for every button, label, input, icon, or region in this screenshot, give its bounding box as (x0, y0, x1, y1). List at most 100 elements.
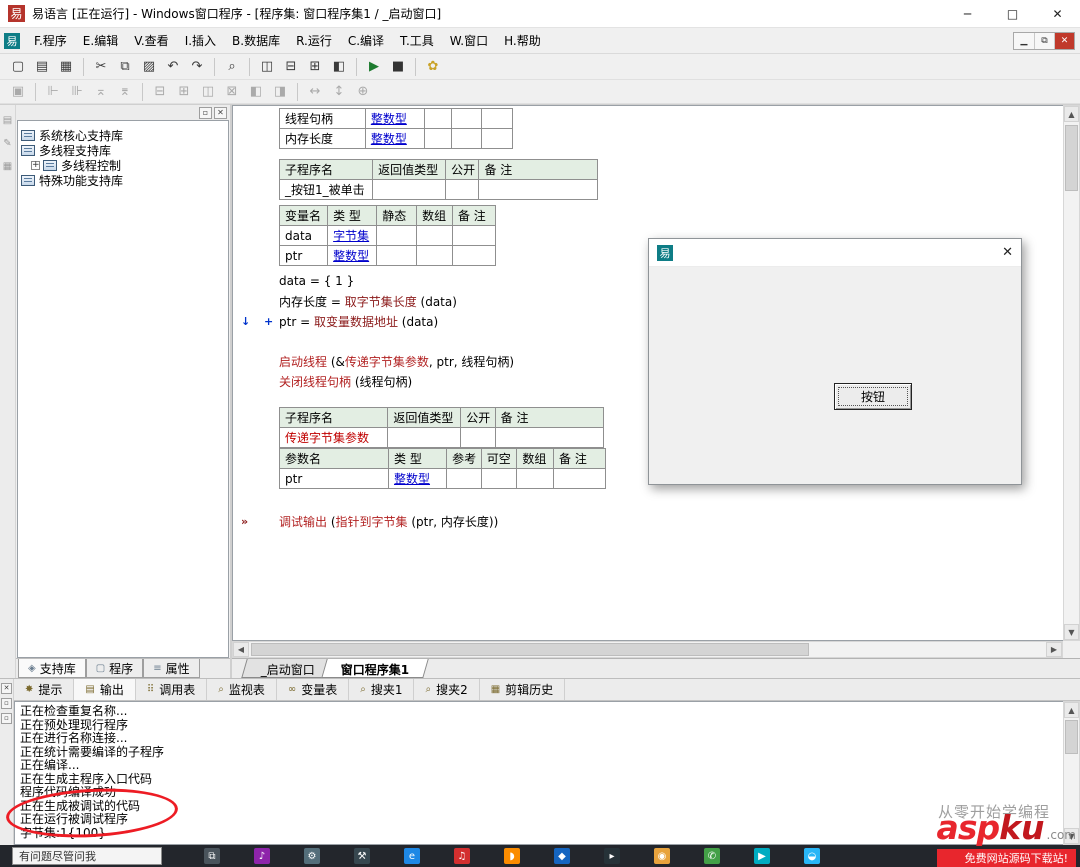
dock-float-button[interactable]: ▫ (1, 713, 12, 724)
table-cell[interactable] (494, 427, 605, 448)
table-cell[interactable] (451, 245, 497, 266)
menu-item[interactable]: B.数据库 (224, 28, 288, 53)
align-bottom-button[interactable]: ⌆ (113, 81, 137, 103)
editor-tab-_启动窗口[interactable]: _启动窗口 (241, 659, 335, 678)
table-cell[interactable] (478, 179, 598, 200)
settings-icon[interactable]: ⚙ (304, 848, 320, 864)
dock-pin-button[interactable]: ▫ (1, 698, 12, 709)
type-link-cell[interactable]: 整数型 (327, 245, 378, 266)
scroll-thumb[interactable] (251, 643, 809, 656)
table-cell[interactable] (553, 468, 606, 489)
table-cell[interactable] (480, 468, 518, 489)
bottom-tab-输出[interactable]: ▤ 输出 (74, 679, 136, 700)
close-button[interactable]: ✕ (1035, 0, 1080, 27)
scroll-left-icon[interactable]: ◀ (233, 642, 249, 657)
wechat-icon[interactable]: ✆ (704, 848, 720, 864)
scroll-track[interactable] (1064, 122, 1079, 624)
menu-item[interactable]: C.编译 (340, 28, 392, 53)
tree-item[interactable]: 多线程支持库 (21, 143, 225, 158)
align-right-button[interactable]: ⊪ (65, 81, 89, 103)
table-cell[interactable] (481, 128, 513, 149)
table-cell[interactable] (450, 128, 483, 149)
mdi-restore-button[interactable]: ⧉ (1034, 33, 1054, 49)
media-player-icon[interactable]: ♪ (254, 848, 270, 864)
table-cell[interactable]: _按钮1_被单击 (278, 179, 374, 200)
center-horizontal-button[interactable]: ◫ (196, 81, 220, 103)
space-vertical-button[interactable]: ↕ (327, 81, 351, 103)
paste-button[interactable]: ▨ (137, 56, 161, 78)
table-cell[interactable] (450, 108, 483, 129)
grid-toggle-button[interactable]: ⊕ (351, 81, 375, 103)
type-link-cell[interactable]: 整数型 (364, 128, 426, 149)
panel-float-button[interactable]: ▫ (199, 106, 212, 119)
app-window-titlebar[interactable]: 易 ✕ (649, 239, 1021, 267)
video-player-icon[interactable]: ▶ (754, 848, 770, 864)
dock-edit-icon[interactable]: ✎ (3, 138, 11, 149)
run-button[interactable]: ▶ (362, 56, 386, 78)
firefox-browser-icon[interactable]: ◗ (504, 848, 520, 864)
same-width-button[interactable]: ⊟ (148, 81, 172, 103)
editor-horizontal-scrollbar[interactable]: ◀ ▶ (232, 641, 1063, 658)
bring-to-front-button[interactable]: ◧ (244, 81, 268, 103)
send-to-back-button[interactable]: ◨ (268, 81, 292, 103)
dock-library-icon[interactable]: ▤ (3, 115, 12, 126)
table-cell[interactable] (481, 108, 513, 129)
copy-button[interactable]: ⧉ (113, 56, 137, 78)
table-cell[interactable]: 传递字节集参数 (278, 427, 389, 448)
table-cell[interactable]: ptr (278, 245, 329, 266)
type-link-cell[interactable]: 整数型 (387, 468, 448, 489)
table-cell[interactable]: 线程句柄 (279, 108, 366, 129)
same-height-button[interactable]: ⊞ (172, 81, 196, 103)
qq-icon[interactable]: ◒ (804, 848, 820, 864)
scroll-thumb[interactable] (1065, 125, 1078, 191)
bottom-tab-调用表[interactable]: ⠿ 调用表 (136, 679, 208, 700)
mdi-close-button[interactable]: ✕ (1054, 33, 1074, 49)
scroll-track[interactable] (249, 642, 1046, 657)
debug-button[interactable]: ✿ (421, 56, 445, 78)
dev-tool-icon[interactable]: ◆ (554, 848, 570, 864)
menu-item[interactable]: F.程序 (26, 28, 75, 53)
table-cell[interactable] (376, 245, 418, 266)
menu-item[interactable]: H.帮助 (496, 28, 549, 53)
menu-item[interactable]: I.插入 (177, 28, 224, 53)
menu-item[interactable]: V.查看 (126, 28, 176, 53)
tree-item[interactable]: + 多线程控制 (21, 158, 225, 173)
table-cell[interactable]: ptr (279, 468, 389, 489)
table-cell[interactable] (387, 427, 462, 448)
panel-close-button[interactable]: ✕ (214, 106, 227, 119)
table-cell[interactable] (516, 468, 555, 489)
task-view-icon[interactable]: ⧉ (204, 848, 220, 864)
minimize-button[interactable]: ─ (945, 0, 990, 27)
maximize-button[interactable]: □ (990, 0, 1035, 27)
table-cell[interactable] (372, 179, 447, 200)
bottom-tab-提示[interactable]: ✸ 提示 (14, 679, 75, 700)
redo-button[interactable]: ↷ (185, 56, 209, 78)
tools-icon[interactable]: ⚒ (354, 848, 370, 864)
panel-close-button[interactable]: ✕ (1, 683, 12, 694)
dock-grid-icon[interactable]: ▦ (3, 161, 12, 172)
table-cell[interactable] (416, 245, 453, 266)
window-split-vertical-button[interactable]: ⊟ (279, 56, 303, 78)
scroll-down-icon[interactable]: ▼ (1064, 624, 1079, 640)
editor-tab-窗口程序集1[interactable]: 窗口程序集1 (321, 659, 430, 678)
table-cell[interactable] (451, 225, 497, 246)
table-cell[interactable] (424, 108, 452, 129)
mdi-minimize-button[interactable]: ▁ (1014, 33, 1034, 49)
taskbar-search-box[interactable]: 有问题尽管问我 (12, 847, 162, 865)
align-left-button[interactable]: ⊩ (41, 81, 65, 103)
space-horizontal-button[interactable]: ↔ (303, 81, 327, 103)
bottom-tab-搜夹1[interactable]: ⌕ 搜夹1 (349, 679, 415, 700)
scroll-up-icon[interactable]: ▲ (1064, 702, 1079, 718)
table-cell[interactable] (424, 128, 452, 149)
new-file-button[interactable]: ▢ (6, 56, 30, 78)
terminal-icon[interactable]: ▸ (604, 848, 620, 864)
scroll-thumb[interactable] (1065, 720, 1078, 754)
left-tab-支持库[interactable]: ◈ 支持库 (18, 659, 86, 678)
bottom-tab-搜夹2[interactable]: ⌕ 搜夹2 (414, 679, 480, 700)
save-button[interactable]: ▦ (54, 56, 78, 78)
tree-item[interactable]: 特殊功能支持库 (21, 173, 225, 188)
undo-button[interactable]: ↶ (161, 56, 185, 78)
expander-icon[interactable]: + (31, 161, 40, 170)
editor-vertical-scrollbar[interactable]: ▲ ▼ (1063, 105, 1080, 641)
left-tab-属性[interactable]: ≡ 属性 (143, 659, 200, 678)
